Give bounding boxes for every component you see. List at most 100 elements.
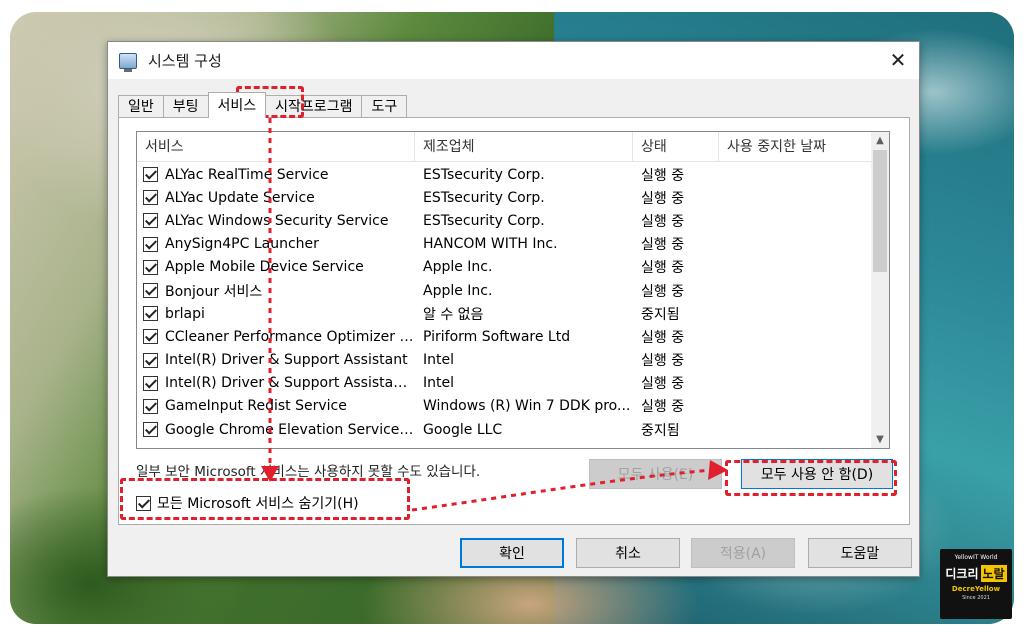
service-status: 실행 중 <box>641 399 685 416</box>
service-name-cell: ALYac Update Service <box>137 190 415 206</box>
service-name-cell: GameInput Redist Service <box>137 398 415 414</box>
table-row[interactable]: Apple Mobile Device Service Apple Inc. 실행 … <box>137 256 873 279</box>
table-row[interactable]: Intel(R) Driver & Support Assistant Intel… <box>137 349 873 372</box>
logo-line1: YellowIT World <box>954 554 998 561</box>
service-status: 실행 중 <box>641 213 685 230</box>
service-manufacturer: Apple Inc. <box>423 259 493 276</box>
hide-ms-services-label[interactable]: 모든 Microsoft 서비스 숨기기(H) <box>157 493 359 513</box>
services-panel: 서비스 제조업체 상태 사용 중지한 날짜 ALYac RealTime Ser… <box>118 117 910 525</box>
tab-services[interactable]: 서비스 <box>207 92 267 118</box>
service-checkbox[interactable] <box>143 213 158 229</box>
service-checkbox[interactable] <box>143 306 158 322</box>
service-name-cell: Intel(R) Driver & Support Assistant <box>137 352 415 368</box>
service-status: 실행 중 <box>641 353 685 370</box>
service-manufacturer: Intel <box>423 352 454 369</box>
tab-startup[interactable]: 시작프로그램 <box>265 95 363 118</box>
tab-general[interactable]: 일반 <box>118 95 164 118</box>
window-title: 시스템 구성 <box>148 52 222 70</box>
service-name: ALYac Windows Security Service <box>165 212 389 229</box>
service-checkbox[interactable] <box>143 375 158 391</box>
table-row[interactable]: AnySign4PC Launcher HANCOM WITH Inc. 실행 중 <box>137 233 873 256</box>
column-header-date-disabled[interactable]: 사용 중지한 날짜 <box>719 132 873 161</box>
column-header-status[interactable]: 상태 <box>633 132 719 161</box>
service-checkbox[interactable] <box>143 352 158 368</box>
table-row[interactable]: Intel(R) Driver & Support Assistant ... I… <box>137 372 873 395</box>
service-name: Intel(R) Driver & Support Assistant ... <box>165 375 415 392</box>
service-name-cell: Apple Mobile Device Service <box>137 259 415 275</box>
logo-line3: DecreYellow <box>951 585 1001 593</box>
watermark-logo: YellowIT World 디크리 노랄 DecreYellow Since … <box>940 549 1012 619</box>
hide-ms-services-checkbox[interactable] <box>136 495 151 511</box>
service-manufacturer: ESTsecurity Corp. <box>423 189 545 206</box>
apply-button[interactable]: 적용(A) <box>691 538 795 568</box>
service-checkbox[interactable] <box>143 259 158 275</box>
service-manufacturer: ESTsecurity Corp. <box>423 166 545 183</box>
scroll-up-icon[interactable]: ▲ <box>871 132 889 149</box>
security-note: 일부 보안 Microsoft 서비스는 사용하지 못할 수도 있습니다. <box>136 464 481 480</box>
service-checkbox[interactable] <box>143 190 158 206</box>
service-checkbox[interactable] <box>143 398 158 414</box>
service-manufacturer: Google LLC <box>423 421 503 438</box>
vertical-scrollbar[interactable]: ▲ ▼ <box>871 132 889 448</box>
service-manufacturer: 알 수 없음 <box>423 306 484 323</box>
close-button[interactable]: ✕ <box>883 46 913 74</box>
service-status: 실행 중 <box>641 167 685 184</box>
service-name: AnySign4PC Launcher <box>165 236 319 253</box>
service-name-cell: Bonjour 서비스 <box>137 281 415 301</box>
title-bar[interactable]: 시스템 구성 ✕ <box>108 42 919 79</box>
hide-ms-services-option[interactable]: 모든 Microsoft 서비스 숨기기(H) <box>136 493 359 513</box>
table-row[interactable]: Google Chrome Elevation Service (... Goog… <box>137 418 873 441</box>
service-name: brlapi <box>165 305 205 322</box>
tab-tools[interactable]: 도구 <box>361 95 408 118</box>
computer-icon <box>119 52 137 72</box>
service-name-cell: CCleaner Performance Optimizer S... <box>137 329 415 345</box>
service-rows: ALYac RealTime Service ESTsecurity Corp. 실… <box>137 163 873 441</box>
tab-boot[interactable]: 부팅 <box>162 95 209 118</box>
service-name-cell: ALYac RealTime Service <box>137 167 415 183</box>
service-manufacturer: ESTsecurity Corp. <box>423 212 545 229</box>
enable-all-button[interactable]: 모두 사용(E) <box>589 459 722 489</box>
service-manufacturer: HANCOM WITH Inc. <box>423 236 558 253</box>
service-status: 실행 중 <box>641 329 685 346</box>
service-name: Google Chrome Elevation Service (... <box>165 421 415 438</box>
service-status: 실행 중 <box>641 237 685 254</box>
service-manufacturer: Piriform Software Ltd <box>423 328 571 345</box>
scroll-down-icon[interactable]: ▼ <box>871 431 889 448</box>
service-checkbox[interactable] <box>143 283 158 299</box>
logo-word-a: 디크리 <box>945 567 979 581</box>
service-name-cell: AnySign4PC Launcher <box>137 236 415 252</box>
column-header-manufacturer[interactable]: 제조업체 <box>415 132 633 161</box>
table-row[interactable]: ALYac Windows Security Service ESTsecurit… <box>137 209 873 232</box>
disable-all-button[interactable]: 모두 사용 안 함(D) <box>741 459 893 489</box>
service-status: 실행 중 <box>641 260 685 277</box>
table-row[interactable]: ALYac RealTime Service ESTsecurity Corp. 실… <box>137 163 873 186</box>
service-checkbox[interactable] <box>143 422 158 438</box>
service-checkbox[interactable] <box>143 167 158 183</box>
service-checkbox[interactable] <box>143 329 158 345</box>
table-row[interactable]: GameInput Redist Service Windows (R) Win … <box>137 395 873 418</box>
cancel-button[interactable]: 취소 <box>576 538 680 568</box>
service-name: Apple Mobile Device Service <box>165 259 364 276</box>
service-name-cell: ALYac Windows Security Service <box>137 213 415 229</box>
services-list[interactable]: 서비스 제조업체 상태 사용 중지한 날짜 ALYac RealTime Ser… <box>136 131 890 449</box>
scroll-thumb[interactable] <box>873 150 887 272</box>
system-config-dialog: 시스템 구성 ✕ 일반 부팅 서비스 시작프로그램 도구 서비스 제조업체 상태… <box>107 41 920 577</box>
logo-wordmark: 디크리 노랄 <box>940 565 1012 582</box>
logo-word-b: 노랄 <box>980 565 1007 582</box>
ok-button[interactable]: 확인 <box>460 538 564 568</box>
service-name-cell: Google Chrome Elevation Service (... <box>137 422 415 438</box>
table-row[interactable]: Bonjour 서비스 Apple Inc. 실행 중 <box>137 279 873 302</box>
service-name: ALYac RealTime Service <box>165 166 329 183</box>
column-header-service[interactable]: 서비스 <box>137 132 415 161</box>
table-row[interactable]: ALYac Update Service ESTsecurity Corp. 실행 … <box>137 186 873 209</box>
list-header: 서비스 제조업체 상태 사용 중지한 날짜 <box>137 132 889 162</box>
service-name: CCleaner Performance Optimizer S... <box>165 328 415 345</box>
table-row[interactable]: brlapi 알 수 없음 중지됨 <box>137 302 873 325</box>
service-status: 실행 중 <box>641 283 685 300</box>
table-row[interactable]: CCleaner Performance Optimizer S... Pirif… <box>137 325 873 348</box>
service-manufacturer: Intel <box>423 375 454 392</box>
service-checkbox[interactable] <box>143 236 158 252</box>
service-manufacturer: Apple Inc. <box>423 282 493 299</box>
service-status: 중지됨 <box>641 422 680 439</box>
help-button[interactable]: 도움말 <box>808 538 912 568</box>
